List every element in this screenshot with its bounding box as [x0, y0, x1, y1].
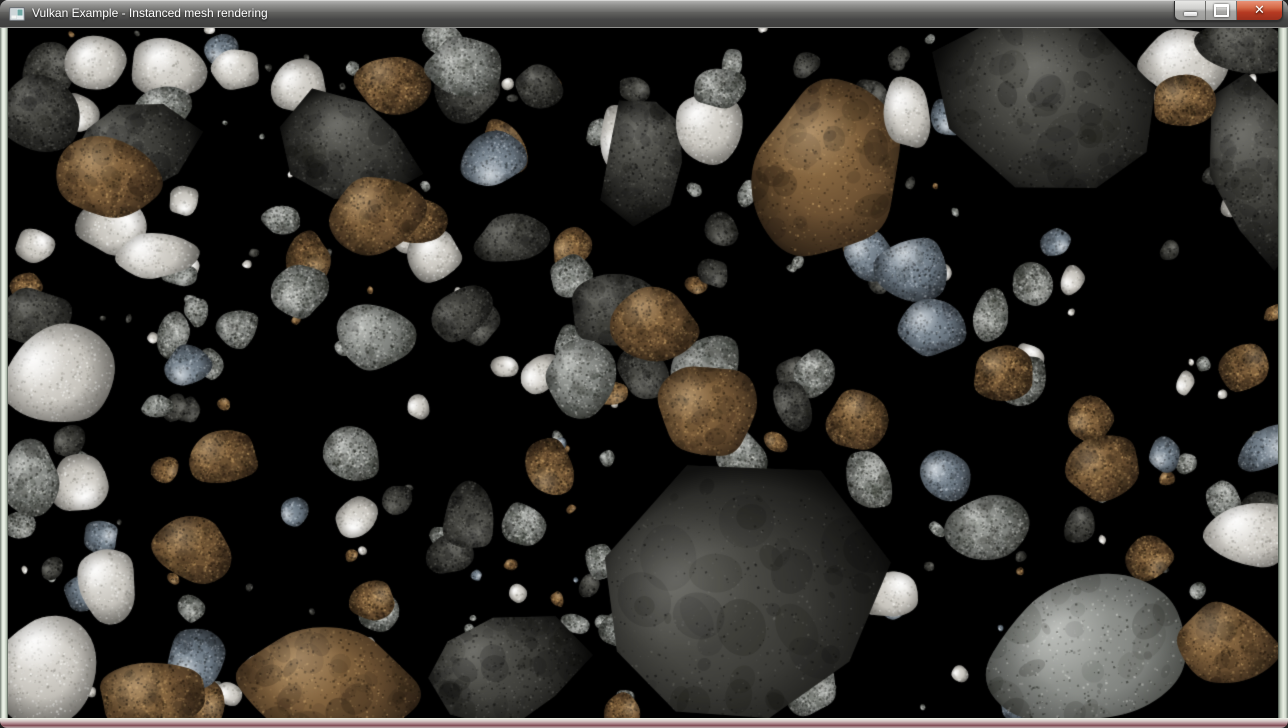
maximize-button[interactable] — [1205, 1, 1237, 20]
minimize-button[interactable] — [1175, 1, 1205, 20]
application-window: Vulkan Example - Instanced mesh renderin… — [0, 0, 1288, 728]
window-border-right — [1278, 28, 1288, 718]
window-titlebar[interactable]: Vulkan Example - Instanced mesh renderin… — [0, 0, 1288, 28]
window-title: Vulkan Example - Instanced mesh renderin… — [32, 0, 268, 28]
maximize-icon — [1214, 4, 1229, 17]
window-border-left — [0, 28, 8, 718]
minimize-icon — [1184, 12, 1197, 16]
caption-button-group: ✕ — [1174, 1, 1283, 21]
window-border-bottom — [0, 718, 1288, 728]
app-window-icon[interactable] — [9, 6, 25, 22]
close-icon: ✕ — [1254, 1, 1265, 20]
close-button[interactable]: ✕ — [1237, 1, 1282, 20]
render-viewport[interactable] — [8, 28, 1278, 718]
